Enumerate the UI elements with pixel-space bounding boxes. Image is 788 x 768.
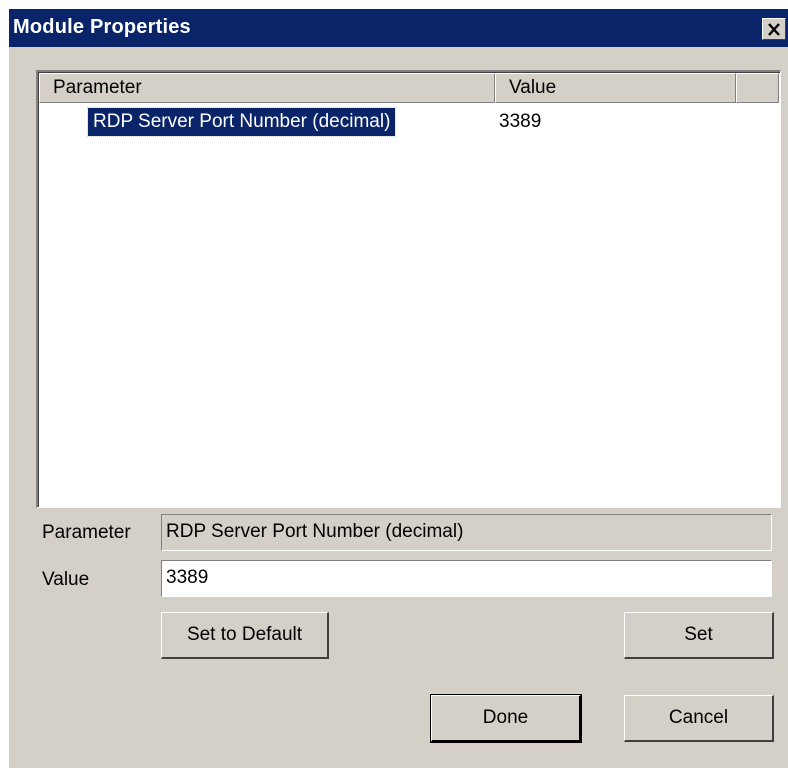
row-parameter-value[interactable]: 3389	[499, 108, 541, 136]
column-header-value[interactable]: Value	[495, 73, 736, 103]
cancel-button[interactable]: Cancel	[624, 695, 774, 742]
title-bar[interactable]: Module Properties	[9, 9, 788, 47]
set-button[interactable]: Set	[624, 612, 774, 659]
close-icon	[768, 22, 780, 36]
close-button[interactable]	[762, 18, 786, 40]
column-header-filler	[736, 73, 779, 103]
module-properties-dialog: Module Properties Parameter Value RDP Se…	[8, 8, 788, 768]
done-button[interactable]: Done	[430, 694, 582, 743]
set-to-default-button[interactable]: Set to Default	[161, 612, 329, 659]
window-title: Module Properties	[13, 16, 191, 38]
parameter-list[interactable]: Parameter Value RDP Server Port Number (…	[36, 70, 781, 508]
row-parameter-name[interactable]: RDP Server Port Number (decimal)	[86, 107, 397, 137]
parameter-label: Parameter	[42, 522, 131, 543]
value-input[interactable]: 3389	[161, 560, 772, 597]
value-label: Value	[42, 569, 90, 590]
column-header-parameter[interactable]: Parameter	[39, 73, 495, 103]
parameter-field: RDP Server Port Number (decimal)	[161, 514, 772, 551]
